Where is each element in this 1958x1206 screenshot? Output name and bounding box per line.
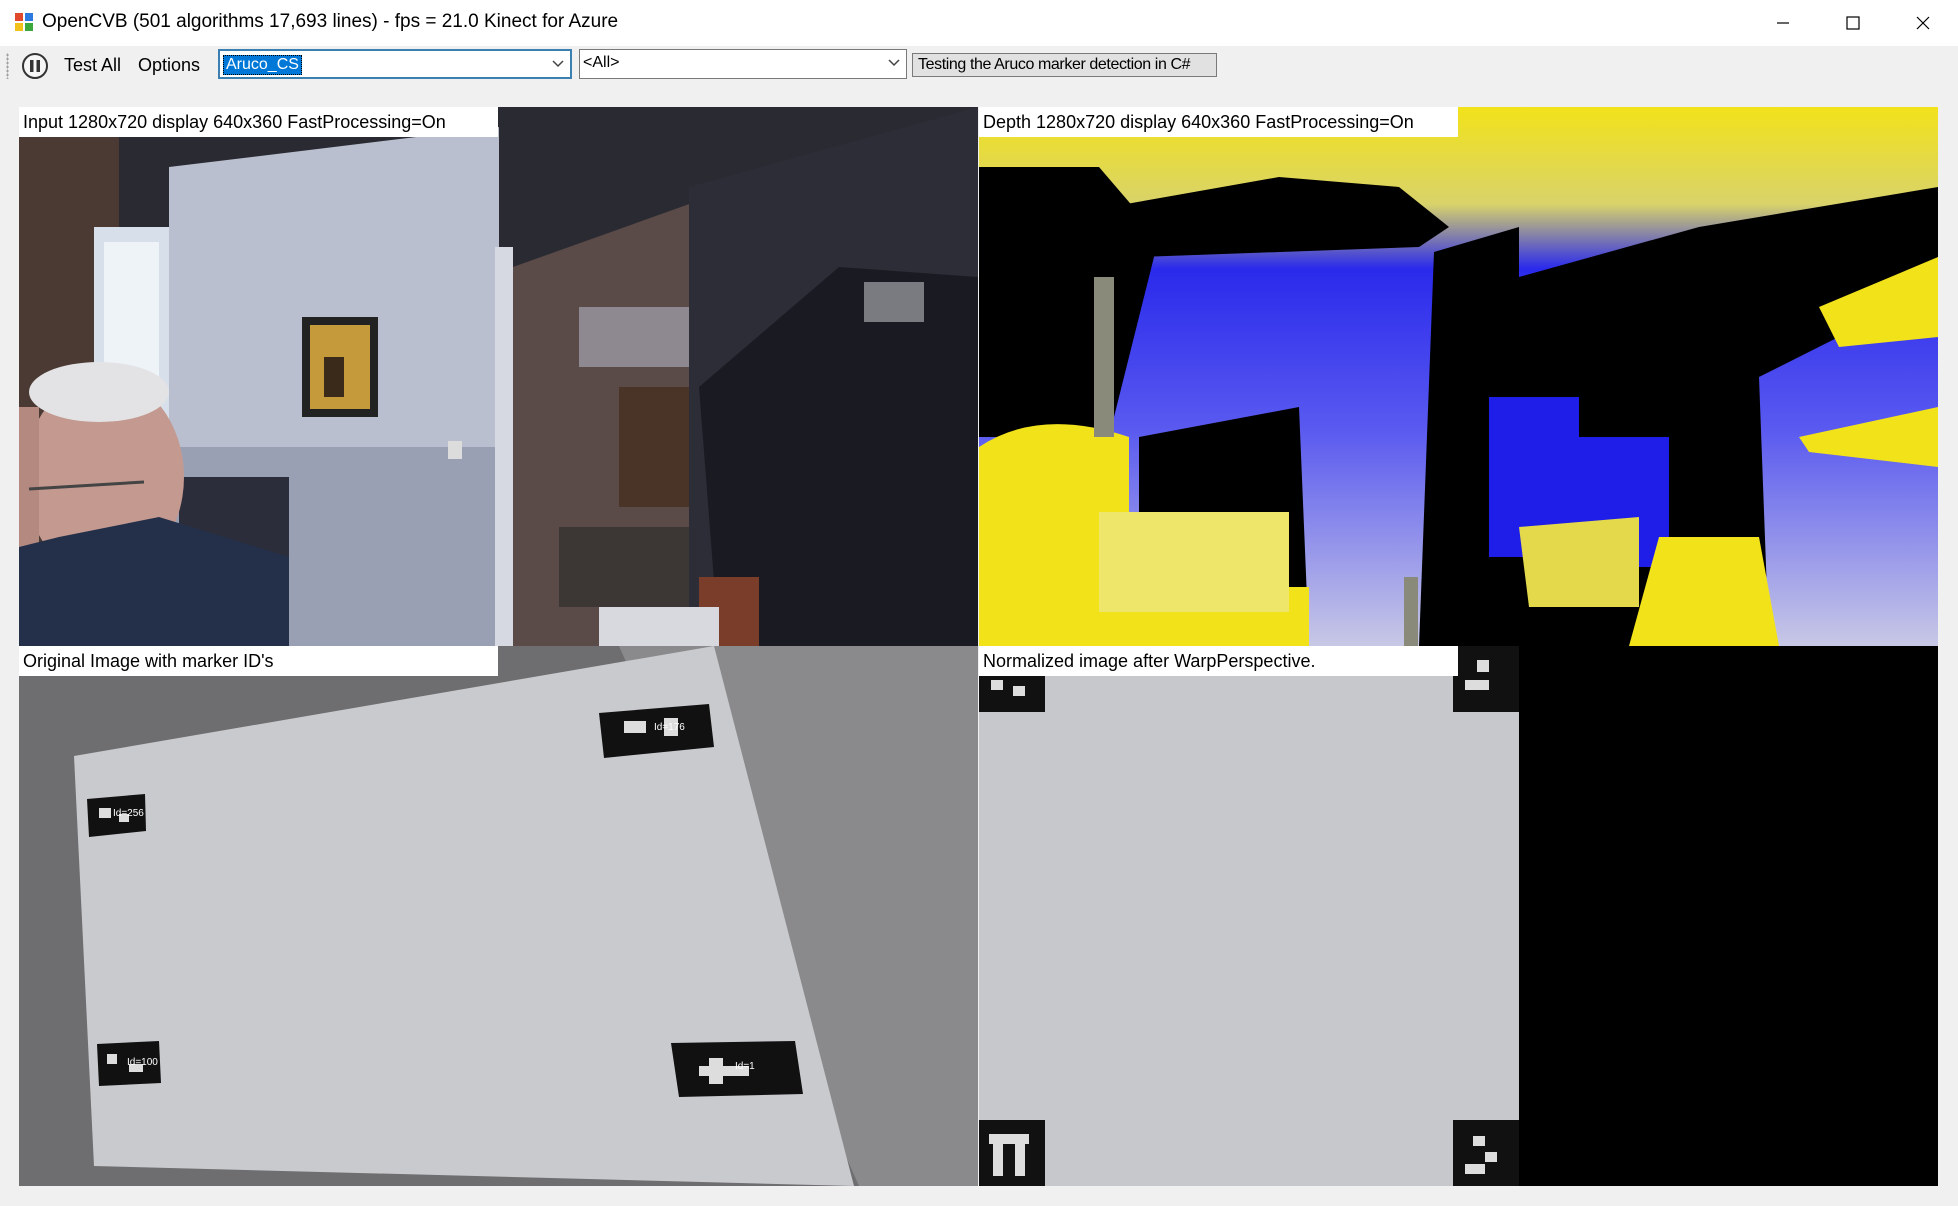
normalized-panel-caption: Normalized image after WarpPerspective. xyxy=(979,646,1458,676)
title-bar[interactable]: OpenCVB (501 algorithms 17,693 lines) - … xyxy=(0,0,1958,46)
algorithm-description-button[interactable]: Testing the Aruco marker detection in C# xyxy=(912,53,1217,77)
toolbar: Test All Options Aruco_CS <All> Testing … xyxy=(0,46,1958,86)
original-image-panel[interactable]: Id=176 Id=256 Id=100 Id=1 Original Image… xyxy=(19,646,978,1186)
maximize-button[interactable] xyxy=(1818,0,1888,46)
marker-id-label: Id=176 xyxy=(654,722,685,733)
app-icon xyxy=(15,13,33,31)
group-combo[interactable]: <All> xyxy=(579,49,907,79)
original-panel-caption: Original Image with marker ID's xyxy=(19,646,498,676)
input-camera-image xyxy=(19,107,978,646)
close-button[interactable] xyxy=(1888,0,1958,46)
minimize-icon xyxy=(1777,22,1789,24)
pause-icon xyxy=(22,53,48,79)
pause-button[interactable] xyxy=(18,51,52,81)
group-combo-value: <All> xyxy=(583,54,620,71)
marker-id-label: Id=1 xyxy=(735,1061,755,1072)
close-icon xyxy=(1916,16,1930,30)
test-all-button[interactable]: Test All xyxy=(64,55,121,76)
warped-marker-image xyxy=(979,646,1938,1186)
depth-panel-caption: Depth 1280x720 display 640x360 FastProce… xyxy=(979,107,1458,137)
algorithm-combo-value: Aruco_CS xyxy=(223,55,302,75)
minimize-button[interactable] xyxy=(1748,0,1818,46)
aruco-marker-image: Id=176 Id=256 Id=100 Id=1 xyxy=(19,646,978,1186)
algorithm-description-label: Testing the Aruco marker detection in C# xyxy=(918,56,1191,73)
depth-image-panel[interactable]: Depth 1280x720 display 640x360 FastProce… xyxy=(979,107,1938,646)
chevron-down-icon xyxy=(888,59,900,67)
depth-colorized-image xyxy=(979,107,1938,646)
window-title: OpenCVB (501 algorithms 17,693 lines) - … xyxy=(42,11,619,32)
normalized-image-panel[interactable]: Normalized image after WarpPerspective. xyxy=(979,646,1938,1186)
algorithm-combo[interactable]: Aruco_CS xyxy=(218,49,572,79)
maximize-icon xyxy=(1846,16,1860,30)
app-window: OpenCVB (501 algorithms 17,693 lines) - … xyxy=(0,0,1958,1206)
input-panel-caption: Input 1280x720 display 640x360 FastProce… xyxy=(19,107,498,137)
marker-id-label: Id=256 xyxy=(113,808,144,819)
marker-id-label: Id=100 xyxy=(127,1057,158,1068)
input-image-panel[interactable]: Input 1280x720 display 640x360 FastProce… xyxy=(19,107,978,646)
chevron-down-icon xyxy=(552,60,564,68)
options-button[interactable]: Options xyxy=(138,55,200,76)
toolbar-grip[interactable] xyxy=(6,53,9,79)
